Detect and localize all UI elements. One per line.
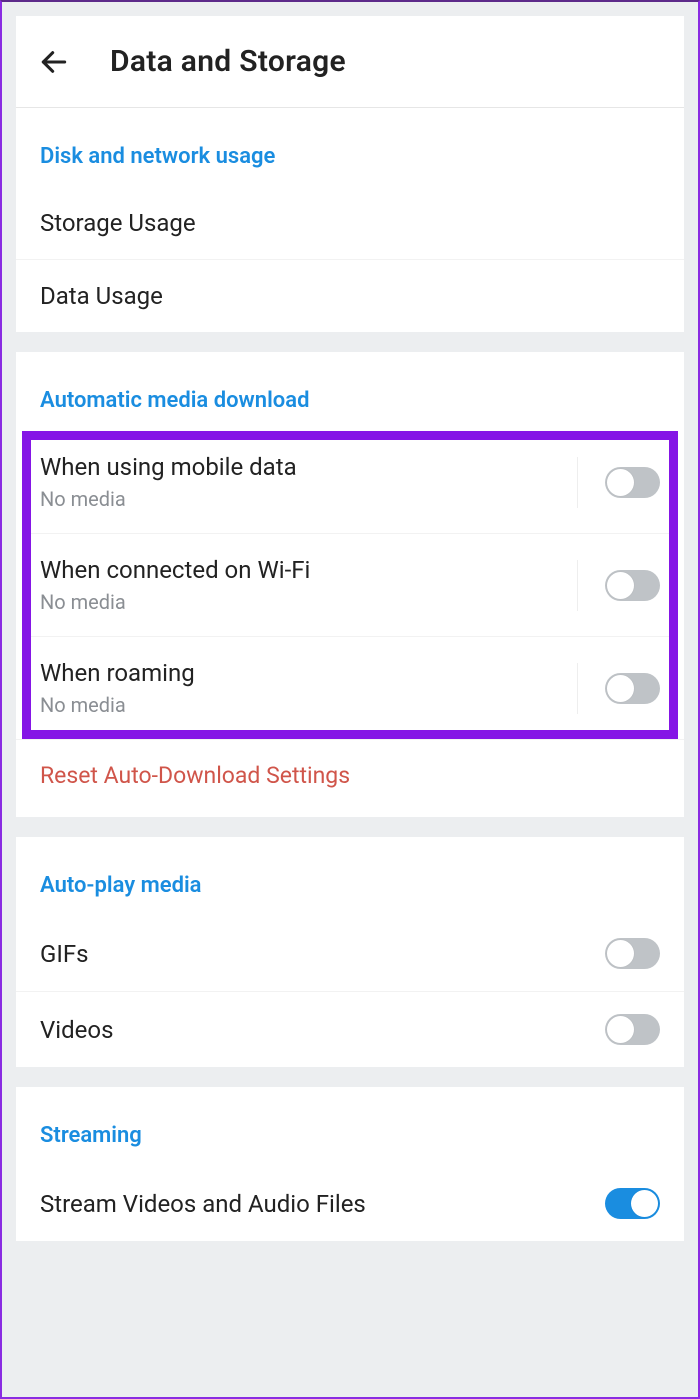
row-storage-usage[interactable]: Storage Usage	[16, 187, 684, 259]
row-sublabel: No media	[40, 487, 297, 511]
row-sublabel: No media	[40, 590, 310, 614]
row-label: GIFs	[40, 940, 89, 968]
page-title: Data and Storage	[110, 44, 346, 79]
back-icon[interactable]	[38, 46, 70, 78]
section-heading-auto: Automatic media download	[16, 352, 684, 431]
row-sublabel: No media	[40, 693, 195, 717]
section-streaming: Streaming Stream Videos and Audio Files	[16, 1087, 684, 1241]
section-heading-autoplay: Auto-play media	[16, 837, 684, 916]
section-heading-disk: Disk and network usage	[16, 108, 684, 187]
toggle-gifs[interactable]	[605, 938, 660, 969]
app-header: Data and Storage	[16, 16, 684, 108]
toggle-wifi[interactable]	[605, 570, 660, 601]
row-label: Videos	[40, 1016, 113, 1044]
section-heading-streaming: Streaming	[16, 1087, 684, 1166]
section-divider	[2, 1067, 698, 1087]
section-disk: Disk and network usage Storage Usage Dat…	[16, 108, 684, 332]
row-label: When using mobile data	[40, 453, 297, 481]
row-stream[interactable]: Stream Videos and Audio Files	[16, 1166, 684, 1241]
toggle-videos[interactable]	[605, 1014, 660, 1045]
section-divider	[2, 817, 698, 837]
row-label: Stream Videos and Audio Files	[40, 1190, 366, 1218]
toggle-mobile-data[interactable]	[605, 467, 660, 498]
section-auto-download: Automatic media download When using mobi…	[16, 352, 684, 817]
row-label: Storage Usage	[40, 209, 196, 237]
row-videos[interactable]: Videos	[16, 991, 684, 1067]
section-autoplay: Auto-play media GIFs Videos	[16, 837, 684, 1067]
toggle-stream[interactable]	[605, 1188, 660, 1219]
row-label: When roaming	[40, 659, 195, 687]
reset-auto-download[interactable]: Reset Auto-Download Settings	[16, 739, 684, 817]
row-gifs[interactable]: GIFs	[16, 916, 684, 991]
section-divider	[2, 332, 698, 352]
row-label: When connected on Wi-Fi	[40, 556, 310, 584]
toggle-roaming[interactable]	[605, 673, 660, 704]
row-wifi[interactable]: When connected on Wi-Fi No media	[22, 533, 678, 636]
row-mobile-data[interactable]: When using mobile data No media	[22, 431, 678, 533]
row-data-usage[interactable]: Data Usage	[16, 259, 684, 332]
row-label: Data Usage	[40, 282, 163, 310]
row-roaming[interactable]: When roaming No media	[22, 636, 678, 739]
auto-download-highlight: When using mobile data No media When con…	[22, 431, 678, 739]
